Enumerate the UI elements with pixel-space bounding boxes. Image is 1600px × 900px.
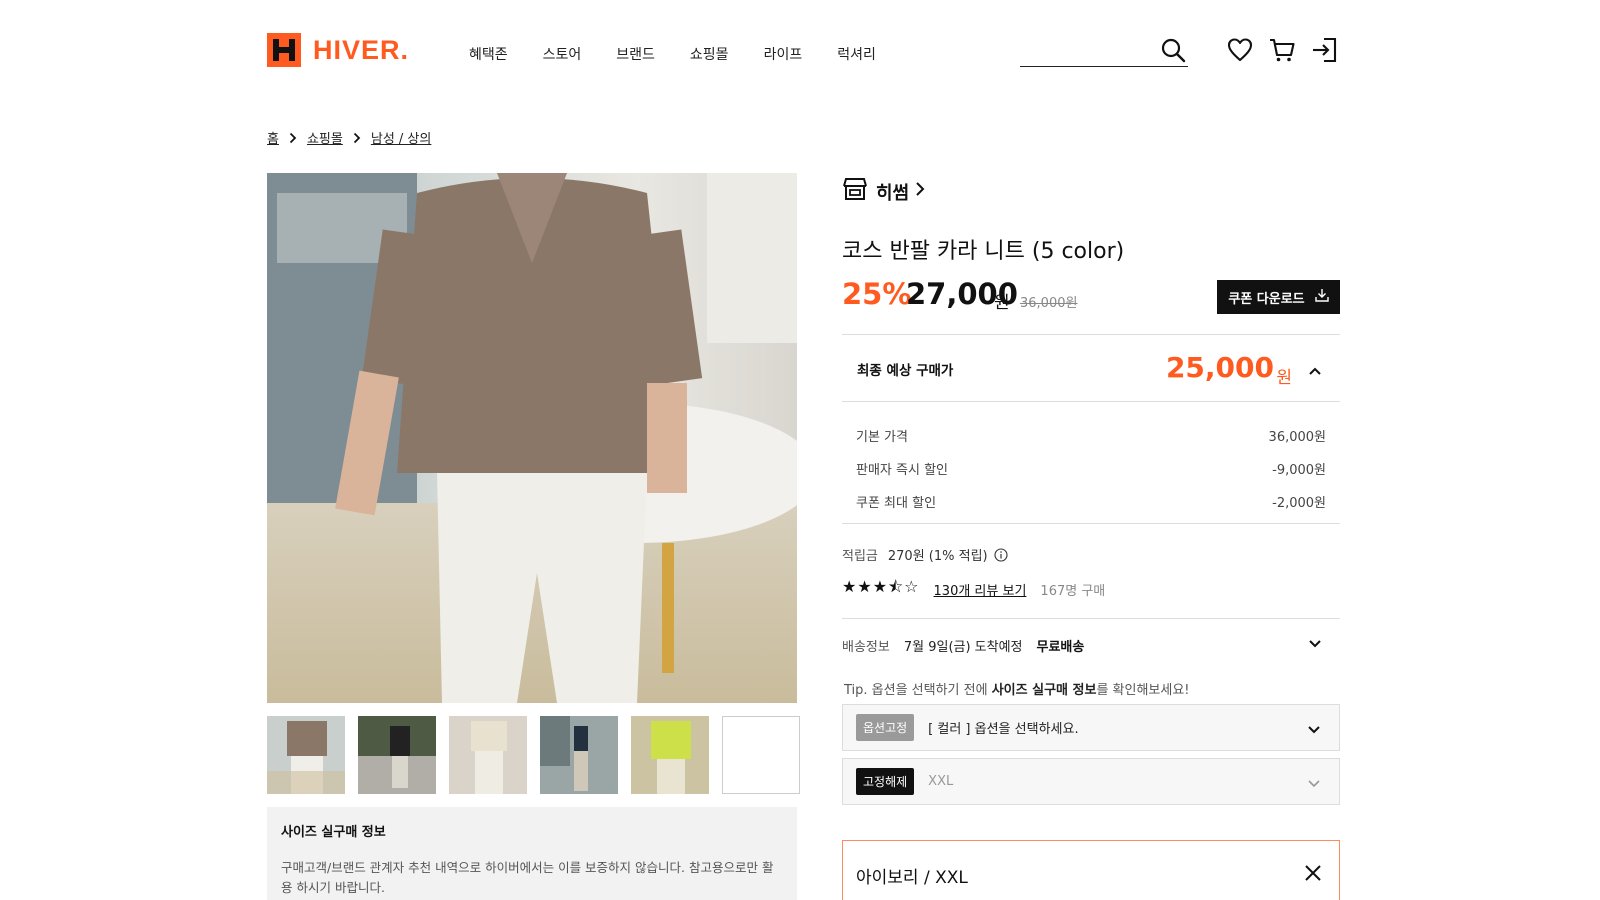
rating-row: ★★★⯪☆ 130개 리뷰 보기 167명 구매	[842, 576, 1105, 603]
size-info-title: 사이즈 실구매 정보	[281, 825, 386, 840]
search-input[interactable]	[1020, 34, 1155, 64]
sale-price-unit: 원	[994, 293, 1010, 313]
final-price: 25,000	[1165, 351, 1274, 384]
product-main-image[interactable]	[267, 173, 797, 703]
tip-highlight: 사이즈 실구매 정보	[991, 683, 1097, 698]
breakdown-row: 판매자 즉시 할인 -9,000원	[856, 459, 1326, 478]
nav-item-benefits[interactable]: 혜택존	[469, 44, 508, 64]
size-option-text: XXL	[928, 774, 954, 789]
cart-icon[interactable]	[1268, 36, 1296, 64]
thumbnail-5[interactable]	[631, 716, 709, 794]
color-option-select[interactable]: 옵션고정 [ 컬러 ] 옵션을 선택하세요.	[842, 704, 1340, 751]
breadcrumb: 홈 쇼핑몰 남성 / 상의	[267, 128, 431, 147]
color-option-text: [ 컬러 ] 옵션을 선택하세요.	[928, 722, 1079, 737]
brand-name: 히썸	[876, 182, 910, 204]
points-value: 270원 (1% 적립)	[887, 549, 988, 564]
breakdown-value: 36,000원	[1268, 430, 1326, 445]
close-icon[interactable]	[1303, 863, 1323, 887]
chevron-right-icon	[915, 181, 925, 202]
search-icon[interactable]	[1160, 37, 1186, 67]
purchase-count: 167명 구매	[1040, 584, 1106, 599]
size-option-select[interactable]: 고정해제 XXL	[842, 758, 1340, 805]
size-info-desc: 구매고객/브랜드 관계자 추천 내역으로 하이버에서는 이를 보증하지 않습니다…	[281, 860, 774, 895]
discount-rate: 25%	[842, 277, 912, 311]
breakdown-label: 판매자 즉시 할인	[856, 463, 948, 478]
thumbnail-4[interactable]	[540, 716, 618, 794]
final-price-unit: 원	[1276, 368, 1292, 388]
shipping-fee: 무료배송	[1036, 640, 1085, 655]
shipping-label: 배송정보	[842, 640, 890, 655]
chevron-up-icon[interactable]	[1308, 361, 1322, 380]
breadcrumb-shoppingmall[interactable]: 쇼핑몰	[307, 128, 343, 147]
star-rating: ★★★⯪☆	[842, 577, 920, 596]
heart-icon[interactable]	[1226, 36, 1254, 64]
coupon-download-label: 쿠폰 다운로드	[1228, 291, 1305, 307]
final-price-label: 최종 예상 구매가	[857, 363, 954, 379]
breakdown-value: -2,000원	[1272, 496, 1326, 511]
login-icon[interactable]	[1310, 36, 1338, 64]
shipping-row[interactable]: 배송정보 7월 9일(금) 도착예정 무료배송	[842, 618, 1340, 672]
size-info-box: 사이즈 실구매 정보 구매고객/브랜드 관계자 추천 내역으로 하이버에서는 이…	[267, 807, 797, 900]
store-icon	[842, 177, 868, 206]
thumbnail-strip	[267, 716, 813, 794]
tip-prefix: Tip. 옵션을 선택하기 전에	[844, 683, 992, 698]
breakdown-value: -9,000원	[1272, 463, 1326, 478]
breakdown-label: 기본 가격	[856, 430, 908, 445]
tip-suffix: 를 확인해보세요!	[1096, 683, 1190, 698]
option-unfix-badge[interactable]: 고정해제	[856, 768, 915, 795]
breadcrumb-home[interactable]: 홈	[267, 128, 279, 147]
product-title: 코스 반팔 카라 니트 (5 color)	[842, 239, 1125, 264]
thumbnail-3[interactable]	[449, 716, 527, 794]
chevron-down-icon	[1307, 774, 1321, 793]
logo-text: HIVER.	[313, 34, 410, 65]
chevron-down-icon[interactable]	[1308, 638, 1322, 653]
thumbnail-6[interactable]	[722, 716, 800, 794]
selected-option-text: 아이보리 / XXL	[856, 868, 968, 888]
nav-item-store[interactable]: 스토어	[543, 44, 582, 64]
original-price: 36,000원	[1020, 296, 1078, 311]
breakdown-row: 기본 가격 36,000원	[856, 426, 1326, 445]
breakdown-row: 쿠폰 최대 할인 -2,000원	[856, 492, 1326, 511]
chevron-right-icon	[353, 132, 361, 144]
shipping-date: 7월 9일(금) 도착예정	[903, 640, 1023, 655]
nav-item-shoppingmall[interactable]: 쇼핑몰	[690, 44, 729, 64]
logo[interactable]: HIVER.	[267, 33, 409, 67]
points-label: 적립금	[842, 549, 878, 564]
selected-option-box: 아이보리 / XXL	[842, 840, 1340, 900]
thumbnail-1[interactable]	[267, 716, 345, 794]
nav-item-luxury[interactable]: 럭셔리	[837, 44, 876, 64]
nav-item-life[interactable]: 라이프	[764, 44, 803, 64]
option-tip: Tip. 옵션을 선택하기 전에 사이즈 실구매 정보를 확인해보세요!	[844, 679, 1190, 698]
nav-item-brand[interactable]: 브랜드	[616, 44, 655, 64]
coupon-download-button[interactable]: 쿠폰 다운로드	[1217, 280, 1340, 314]
final-price-row[interactable]: 최종 예상 구매가 25,000 원	[842, 334, 1340, 402]
option-fixed-badge: 옵션고정	[856, 714, 915, 741]
breadcrumb-category[interactable]: 남성 / 상의	[371, 128, 432, 147]
search-box	[1020, 34, 1188, 67]
brand-link[interactable]: 히썸	[842, 177, 925, 206]
header: HIVER. 혜택존 스토어 브랜드 쇼핑몰 라이프 럭셔리	[0, 0, 1600, 100]
review-link[interactable]: 130개 리뷰 보기	[934, 580, 1027, 599]
info-icon[interactable]	[994, 547, 1008, 562]
chevron-right-icon	[289, 132, 297, 144]
chevron-down-icon	[1307, 720, 1321, 739]
price-row: 25% 27,000 원 36,000원 쿠폰 다운로드	[842, 277, 1340, 317]
breakdown-label: 쿠폰 최대 할인	[856, 496, 937, 511]
main-nav: 혜택존 스토어 브랜드 쇼핑몰 라이프 럭셔리	[469, 44, 911, 64]
logo-mark	[267, 33, 301, 67]
download-icon	[1314, 288, 1329, 306]
points-row: 적립금 270원 (1% 적립)	[842, 545, 1008, 564]
price-breakdown: 기본 가격 36,000원 판매자 즉시 할인 -9,000원 쿠폰 최대 할인…	[842, 413, 1340, 524]
thumbnail-2[interactable]	[358, 716, 436, 794]
